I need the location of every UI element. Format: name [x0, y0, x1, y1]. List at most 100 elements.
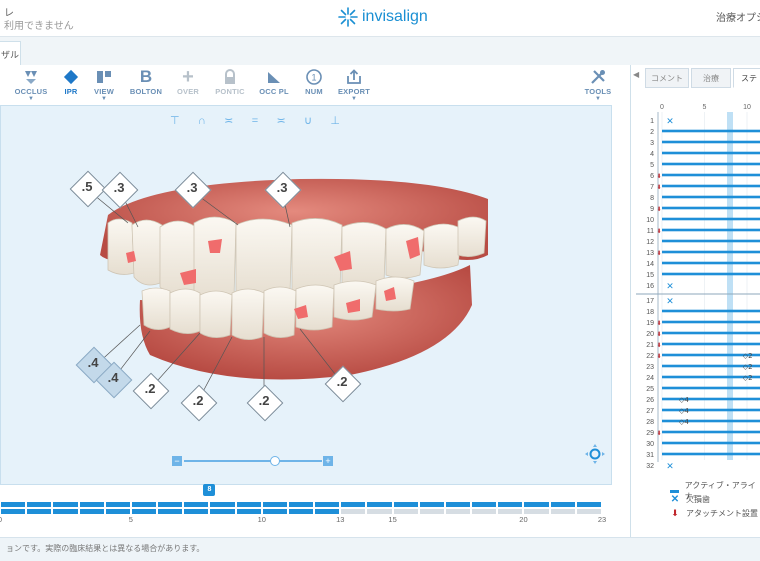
stage-segment[interactable] — [237, 502, 261, 507]
stage-segment[interactable] — [210, 502, 234, 507]
stage-segment[interactable] — [367, 509, 391, 514]
stage-segment[interactable] — [498, 502, 522, 507]
tooth-number: 19 — [646, 320, 654, 327]
tools-menu-button[interactable]: TOOLS▼ — [575, 67, 621, 105]
stage-segment[interactable] — [315, 509, 339, 514]
stage-segment[interactable] — [289, 502, 313, 507]
ipr-diamond-label[interactable]: .3 — [102, 172, 136, 206]
pan-navigation-icon[interactable] — [584, 443, 606, 465]
stage-segment[interactable] — [289, 509, 313, 514]
stage-tick: 5 — [129, 515, 133, 524]
stage-segment[interactable] — [80, 502, 104, 507]
stage-segment[interactable] — [1, 502, 25, 507]
ipr-diamond-label[interactable]: .2 — [325, 366, 359, 400]
active-aligner-bar — [662, 343, 760, 346]
ipr-diamond-label[interactable]: .2 — [133, 373, 167, 407]
stage-segment[interactable] — [158, 502, 182, 507]
zoom-slider-track[interactable] — [184, 460, 322, 462]
collapse-left-icon[interactable]: ◀ — [633, 70, 643, 84]
bolton-tool-button[interactable]: B BOLTON — [123, 67, 169, 105]
stage-segment[interactable] — [446, 502, 470, 507]
tooth-number: 22 — [646, 353, 654, 360]
stage-segment[interactable] — [263, 509, 287, 514]
stage-segment[interactable] — [524, 509, 548, 514]
overlay-tool-button[interactable]: + OVER — [165, 67, 211, 105]
missing-tooth-icon: ✕ — [666, 462, 674, 470]
tab-staging[interactable]: ステ — [733, 68, 760, 88]
stage-segment[interactable] — [341, 509, 365, 514]
stage-segment[interactable] — [53, 502, 77, 507]
stage-segment[interactable] — [106, 509, 130, 514]
stage-segment[interactable] — [132, 509, 156, 514]
tab-treatment[interactable]: 治療 — [691, 68, 731, 88]
tab-active[interactable]: ザル — [0, 41, 21, 66]
stage-segment[interactable] — [184, 502, 208, 507]
view-icon — [95, 69, 113, 85]
stage-segment[interactable] — [53, 509, 77, 514]
ipr-diamond-label[interactable]: .2 — [247, 385, 281, 419]
stage-segment[interactable] — [472, 509, 496, 514]
stage-segment[interactable] — [394, 509, 418, 514]
stage-segment[interactable] — [237, 509, 261, 514]
stage-segment[interactable] — [472, 502, 496, 507]
stage-segment[interactable] — [420, 502, 444, 507]
current-stage-marker[interactable]: 8 — [203, 484, 215, 496]
stage-segment[interactable] — [341, 502, 365, 507]
teeth-model-render[interactable] — [0, 105, 612, 485]
zoom-slider-handle[interactable] — [270, 456, 280, 466]
stage-segment[interactable] — [27, 502, 51, 507]
active-aligner-bar — [662, 442, 760, 445]
stage-segment[interactable] — [551, 502, 575, 507]
attachment-arrow-icon: ⬇ — [670, 508, 680, 519]
ipr-value: .2 — [181, 393, 215, 408]
header-status: 利用できません — [4, 17, 74, 32]
attachment-arrow-icon: ⬇ — [656, 331, 661, 338]
stage-segment[interactable] — [1, 509, 25, 514]
zoom-in-button[interactable]: + — [323, 456, 333, 466]
tooth-number: 9 — [650, 206, 654, 213]
stage-segment[interactable] — [27, 509, 51, 514]
ipr-diamond-label-selected[interactable]: .4 — [96, 362, 130, 396]
ipr-diamond-label[interactable]: .5 — [70, 171, 104, 205]
stage-segment[interactable] — [315, 502, 339, 507]
missing-tooth-icon: ✕ — [666, 117, 674, 127]
stage-segment[interactable] — [498, 509, 522, 514]
export-tool-button[interactable]: EXPORT▼ — [331, 67, 377, 105]
ipr-diamond-label[interactable]: .2 — [181, 385, 215, 419]
stage-segment[interactable] — [577, 509, 601, 514]
tooth-number: 29 — [646, 430, 654, 437]
stage-segment[interactable] — [394, 502, 418, 507]
missing-tooth-icon: ✕ — [666, 282, 674, 292]
stage-segment[interactable] — [106, 502, 130, 507]
tooth-number: 26 — [646, 397, 654, 404]
active-aligner-bar — [662, 152, 760, 155]
stage-segment[interactable] — [524, 502, 548, 507]
stage-segment[interactable] — [158, 509, 182, 514]
ipr-value: .2 — [247, 393, 281, 408]
stage-segment[interactable] — [367, 502, 391, 507]
ipr-marker: ◇2 — [743, 352, 753, 360]
view-tool-button[interactable]: VIEW▼ — [81, 67, 127, 105]
tooth-number: 27 — [646, 408, 654, 415]
stage-segment[interactable] — [184, 509, 208, 514]
pontic-tool-button[interactable]: PONTIC — [207, 67, 253, 105]
ipr-value: .2 — [133, 381, 167, 396]
tooth-number: 13 — [646, 250, 654, 257]
stage-segment[interactable] — [80, 509, 104, 514]
active-aligner-bar — [662, 174, 760, 177]
stage-segment[interactable] — [551, 509, 575, 514]
tooth-number: 16 — [646, 283, 654, 290]
stage-segment[interactable] — [577, 502, 601, 507]
attachment-arrow-icon: ⬇ — [656, 228, 661, 235]
ipr-diamond-label[interactable]: .3 — [175, 172, 209, 206]
stage-segment[interactable] — [420, 509, 444, 514]
stage-segment[interactable] — [263, 502, 287, 507]
tab-comments[interactable]: コメント — [645, 68, 689, 88]
zoom-out-button[interactable]: − — [172, 456, 182, 466]
treatment-options-link[interactable]: 治療オプション — [716, 9, 760, 24]
stage-segment[interactable] — [446, 509, 470, 514]
stage-segment[interactable] — [132, 502, 156, 507]
stage-segment[interactable] — [210, 509, 234, 514]
active-aligner-bar — [662, 398, 760, 401]
ipr-diamond-label[interactable]: .3 — [265, 172, 299, 206]
